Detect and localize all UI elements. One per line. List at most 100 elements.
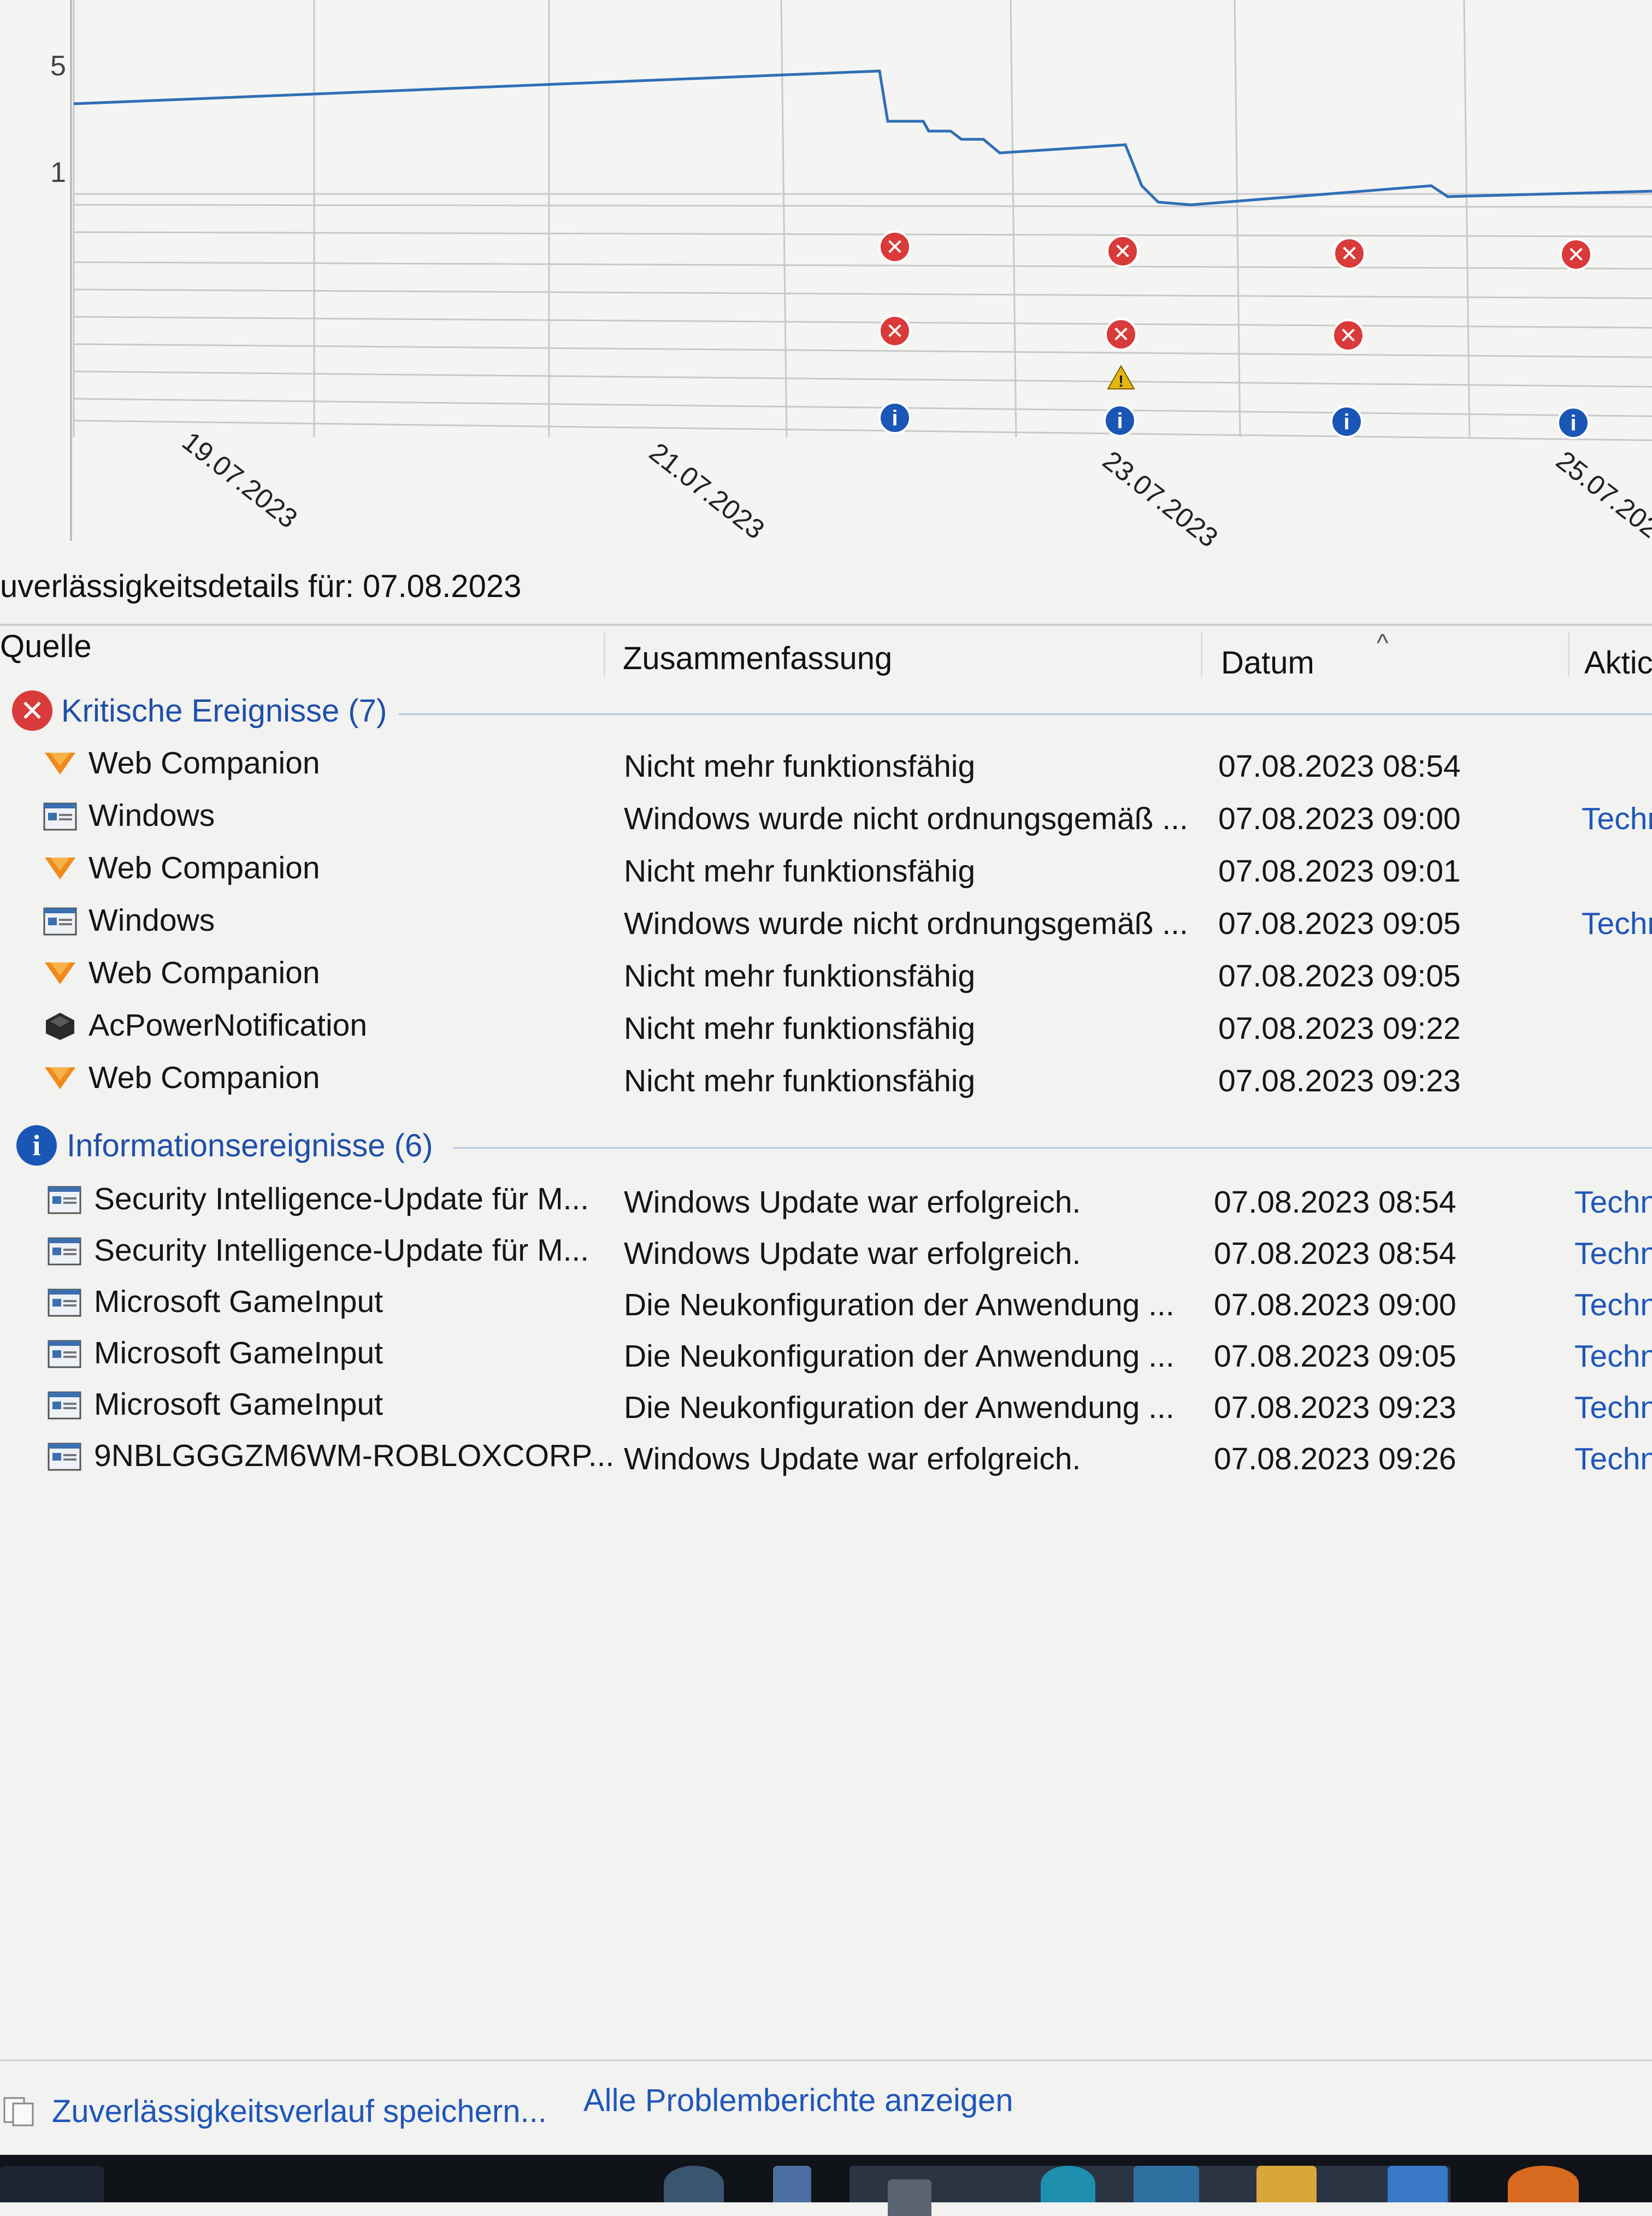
view-all-reports-link[interactable]: Alle Problemberichte anzeigen bbox=[583, 2082, 1013, 2119]
reliability-chart[interactable]: 5 1 ✕ ✕ ✕ ✕ ✕ ✕ ✕ i i i i! 19.07.2023 21.07.2023 2… bbox=[0, 0, 1652, 546]
row-date: 07.08.2023 09:05 bbox=[1218, 906, 1461, 941]
column-separator[interactable] bbox=[604, 633, 605, 676]
column-header-source[interactable]: Quelle bbox=[0, 628, 92, 665]
chart-horizontal-grid bbox=[73, 193, 1652, 441]
y-tick-label: 5 bbox=[50, 50, 66, 82]
critical-error-icon[interactable]: ✕ bbox=[1106, 235, 1139, 268]
row-source: 9NBLGGGZM6WM-ROBLOXCORP... bbox=[94, 1438, 615, 1473]
chart-gridline bbox=[73, 398, 1652, 417]
table-row[interactable]: AcPowerNotification Nicht mehr funktionsf… bbox=[0, 1002, 1652, 1053]
table-row[interactable]: Web Companion Nicht mehr funktionsfähig 07… bbox=[0, 844, 1652, 896]
table-row[interactable]: Web Companion Nicht mehr funktionsfähig 07… bbox=[0, 740, 1652, 791]
row-source: Web Companion bbox=[88, 955, 320, 990]
taskbar-app-icon[interactable] bbox=[773, 2166, 811, 2202]
group-divider bbox=[399, 713, 1652, 715]
chart-gridline bbox=[73, 316, 1652, 329]
row-action-link[interactable]: Techn bbox=[1574, 1236, 1652, 1272]
row-action-link[interactable]: Techn bbox=[1574, 1184, 1652, 1220]
row-summary: Die Neukonfiguration der Anwendung ... bbox=[624, 1390, 1175, 1425]
row-date: 07.08.2023 09:23 bbox=[1214, 1390, 1456, 1425]
critical-error-icon[interactable]: ✕ bbox=[1333, 237, 1366, 270]
row-summary: Windows Update war erfolgreich. bbox=[624, 1236, 1081, 1271]
table-row[interactable]: Microsoft GameInput Die Neukonfiguration … bbox=[0, 1381, 1652, 1432]
taskbar-firefox-icon[interactable] bbox=[1508, 2166, 1579, 2202]
taskbar-edge-icon[interactable] bbox=[1041, 2166, 1095, 2202]
x-tick-label: 23.07.2023 bbox=[1097, 445, 1224, 546]
table-row[interactable]: Security Intelligence-Update für M... Win… bbox=[0, 1227, 1652, 1278]
window-icon bbox=[48, 1289, 81, 1317]
group-critical-events[interactable]: ✕ Kritische Ereignisse (7) bbox=[0, 689, 1652, 735]
chart-gridline bbox=[73, 204, 1652, 208]
svg-text:✕: ✕ bbox=[886, 320, 904, 344]
save-history-icon bbox=[3, 2097, 34, 2126]
table-row[interactable]: 9NBLGGGZM6WM-ROBLOXCORP... Windows Update… bbox=[0, 1432, 1652, 1484]
critical-error-icon: ✕ bbox=[12, 690, 52, 731]
table-row[interactable]: Windows Windows wurde nicht ordnungsgemäß… bbox=[0, 792, 1652, 843]
row-action-link[interactable]: Techn bbox=[1574, 1338, 1652, 1374]
row-source: Microsoft GameInput bbox=[94, 1387, 384, 1422]
table-row[interactable]: Web Companion Nicht mehr funktionsfähig 07… bbox=[0, 1054, 1652, 1106]
stability-index-line bbox=[73, 69, 1652, 206]
svg-text:!: ! bbox=[1118, 373, 1124, 391]
row-source: Microsoft GameInput bbox=[94, 1284, 384, 1319]
taskbar-app-icon[interactable] bbox=[1134, 2166, 1199, 2202]
table-row[interactable]: Windows Windows wurde nicht ordnungsgemäß… bbox=[0, 897, 1652, 948]
column-header-action[interactable]: Aktic bbox=[1584, 645, 1652, 681]
critical-error-icon[interactable]: ✕ bbox=[878, 231, 911, 263]
column-separator[interactable] bbox=[1201, 633, 1202, 676]
row-action-link[interactable]: Techn bbox=[1574, 1441, 1652, 1477]
taskbar-app-icon[interactable] bbox=[888, 2179, 931, 2216]
column-separator[interactable] bbox=[1568, 633, 1570, 676]
critical-error-icon[interactable]: ✕ bbox=[1105, 318, 1137, 351]
window-icon bbox=[48, 1443, 81, 1471]
critical-error-icon[interactable]: ✕ bbox=[1560, 238, 1592, 271]
row-source: Web Companion bbox=[88, 746, 320, 781]
taskbar-app-icon[interactable] bbox=[664, 2166, 724, 2202]
column-header-summary[interactable]: Zusammenfassung bbox=[623, 640, 892, 677]
row-action-link[interactable]: Techr bbox=[1582, 906, 1652, 942]
chart-gridline bbox=[1463, 0, 1471, 438]
critical-error-icon[interactable]: ✕ bbox=[878, 315, 911, 347]
chart-gridline bbox=[780, 0, 788, 438]
row-action-link[interactable]: Techr bbox=[1582, 801, 1652, 837]
row-summary: Die Neukonfiguration der Anwendung ... bbox=[624, 1339, 1175, 1374]
row-action-link[interactable]: Techn bbox=[1574, 1390, 1652, 1426]
row-date: 07.08.2023 08:54 bbox=[1214, 1185, 1456, 1220]
table-row[interactable]: Microsoft GameInput Die Neukonfiguration … bbox=[0, 1278, 1652, 1329]
window-icon bbox=[43, 907, 77, 936]
webcompanion-icon bbox=[45, 1067, 75, 1089]
row-date: 07.08.2023 09:05 bbox=[1218, 959, 1461, 994]
svg-text:✕: ✕ bbox=[1113, 240, 1132, 264]
critical-error-icon[interactable]: ✕ bbox=[1332, 319, 1365, 352]
row-action-link[interactable]: Techn bbox=[1574, 1287, 1652, 1323]
save-history-link[interactable]: Zuverlässigkeitsverlauf speichern... bbox=[52, 2093, 547, 2130]
row-summary: Nicht mehr funktionsfähig bbox=[624, 1011, 976, 1046]
window-icon bbox=[43, 802, 77, 831]
chart-gridline bbox=[1010, 0, 1017, 438]
row-source: Windows bbox=[88, 903, 215, 938]
column-header-date[interactable]: Datum bbox=[1221, 645, 1314, 681]
table-row[interactable]: Security Intelligence-Update für M... Win… bbox=[0, 1175, 1652, 1227]
taskbar-mail-icon[interactable] bbox=[1388, 2166, 1448, 2202]
taskbar-folder-icon[interactable] bbox=[1256, 2166, 1317, 2202]
row-source: Security Intelligence-Update für M... bbox=[94, 1181, 589, 1216]
svg-text:✕: ✕ bbox=[886, 235, 904, 259]
row-date: 07.08.2023 09:00 bbox=[1214, 1287, 1456, 1322]
table-row[interactable]: Web Companion Nicht mehr funktionsfähig 07… bbox=[0, 949, 1652, 1001]
window-icon bbox=[48, 1340, 81, 1368]
information-icon[interactable]: i bbox=[1557, 406, 1590, 439]
svg-text:i: i bbox=[1343, 410, 1349, 434]
information-icon[interactable]: i bbox=[1104, 404, 1136, 437]
row-date: 07.08.2023 08:54 bbox=[1218, 749, 1461, 784]
taskbar-start-area[interactable] bbox=[0, 2166, 104, 2202]
x-tick-label: 19.07.2023 bbox=[176, 426, 303, 534]
svg-text:✕: ✕ bbox=[1567, 243, 1585, 267]
chart-gridline bbox=[1234, 0, 1241, 438]
row-date: 07.08.2023 09:22 bbox=[1218, 1011, 1461, 1046]
table-row[interactable]: Microsoft GameInput Die Neukonfiguration … bbox=[0, 1329, 1652, 1381]
warning-icon[interactable]: ! bbox=[1107, 364, 1135, 391]
information-icon[interactable]: i bbox=[878, 401, 911, 434]
information-icon[interactable]: i bbox=[1330, 405, 1363, 438]
group-information-events[interactable]: i Informationsereignisse (6) bbox=[0, 1124, 1652, 1170]
webcompanion-icon bbox=[45, 753, 75, 775]
